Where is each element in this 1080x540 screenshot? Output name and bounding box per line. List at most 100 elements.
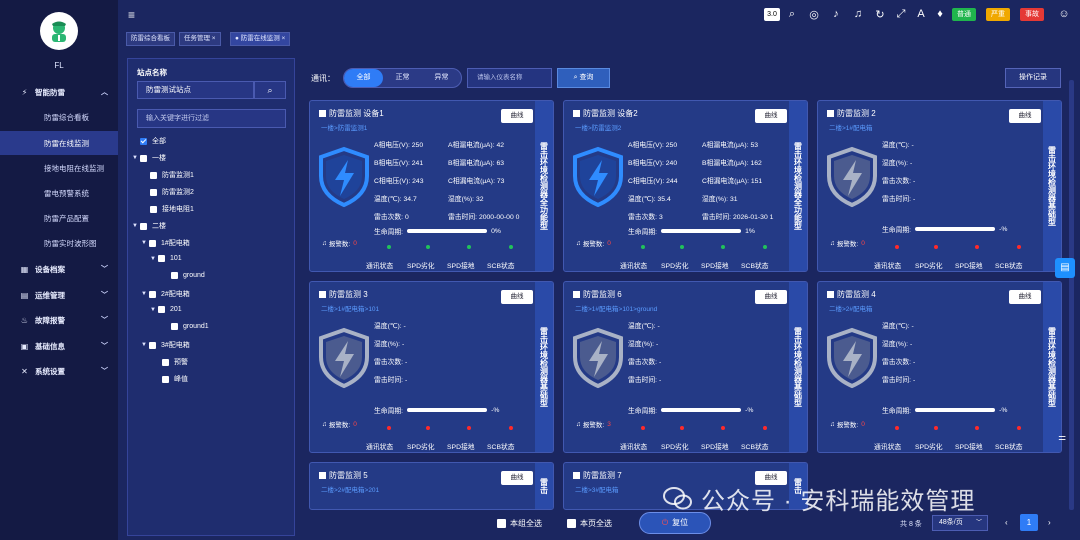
checkbox-checked[interactable]: [140, 137, 147, 145]
caret-down-icon[interactable]: ▼: [150, 307, 158, 313]
tab-online-monitor[interactable]: ● 防雷在线监测 ×: [230, 32, 291, 46]
tab-task-management[interactable]: 任务管理 ×: [179, 32, 221, 46]
nav-group-fault-alarm[interactable]: ♨ 故障报警 ﹀: [0, 308, 118, 332]
badge-severe[interactable]: 严重: [986, 8, 1010, 21]
checkbox[interactable]: [827, 291, 834, 298]
site-search-button[interactable]: ⌕: [254, 81, 286, 99]
checkbox[interactable]: [150, 205, 157, 213]
user-menu-icon[interactable]: ☺: [1058, 8, 1070, 20]
checkbox[interactable]: [162, 358, 169, 366]
checkbox[interactable]: [573, 291, 580, 298]
tree-node-201[interactable]: ▼ 201: [150, 306, 182, 313]
caret-down-icon[interactable]: ▼: [141, 240, 149, 246]
curve-button[interactable]: 曲线: [755, 290, 787, 304]
bell-icon[interactable]: ♫: [852, 8, 864, 20]
help-icon[interactable]: ◎: [808, 8, 820, 21]
card-title[interactable]: 防雷监测 6: [573, 289, 622, 300]
checkbox[interactable]: [827, 110, 834, 117]
checkbox[interactable]: [162, 375, 169, 383]
scrollbar[interactable]: [1069, 80, 1074, 510]
checkbox[interactable]: [171, 323, 178, 330]
tree-filter-input[interactable]: 输入关键字进行过滤: [137, 109, 286, 128]
operation-log-button[interactable]: 操作记录: [1005, 68, 1061, 88]
tree-node-floor1[interactable]: ▼ 一楼: [132, 153, 166, 163]
caret-down-icon[interactable]: ▼: [141, 342, 149, 348]
checkbox[interactable]: [149, 239, 156, 247]
checkbox[interactable]: [140, 154, 147, 162]
version-badge[interactable]: 3.0: [764, 8, 780, 21]
card-title[interactable]: 防雷监测 4: [827, 289, 876, 300]
tree-node-peak[interactable]: 峰值: [162, 374, 188, 384]
curve-button[interactable]: 曲线: [501, 290, 533, 304]
checkbox[interactable]: [150, 171, 157, 179]
nav-item-dashboard[interactable]: 防雷综合看板: [0, 105, 118, 129]
prev-page-icon[interactable]: ‹: [1005, 518, 1008, 527]
checkbox[interactable]: [319, 291, 326, 298]
select-group-all[interactable]: 本组全选: [497, 518, 542, 529]
seg-all[interactable]: 全部: [344, 69, 383, 87]
checkbox[interactable]: [319, 110, 326, 117]
tree-node-box1[interactable]: ▼ 1#配电箱: [141, 238, 190, 248]
caret-down-icon[interactable]: ▼: [141, 291, 149, 297]
checkbox[interactable]: [567, 519, 576, 528]
checkbox[interactable]: [149, 341, 156, 349]
nav-group-maintenance[interactable]: ▤ 运维管理 ﹀: [0, 283, 118, 307]
avatar[interactable]: [40, 12, 78, 50]
checkbox[interactable]: [149, 290, 156, 298]
curve-button[interactable]: 曲线: [501, 109, 533, 123]
card-title[interactable]: 防雷监测 3: [319, 289, 368, 300]
nav-group-basic-info[interactable]: ▣ 基础信息 ﹀: [0, 334, 118, 358]
caret-down-icon[interactable]: ▼: [132, 223, 140, 229]
current-page[interactable]: 1: [1020, 514, 1038, 531]
nav-item-waveform[interactable]: 防雷实时波形图: [0, 231, 118, 255]
tree-node-floor2[interactable]: ▼ 二楼: [132, 221, 166, 231]
tree-node-warning[interactable]: 预警: [162, 357, 188, 367]
settings-slider-icon[interactable]: ⚌: [1058, 432, 1066, 443]
tree-node-box2[interactable]: ▼ 2#配电箱: [141, 289, 190, 299]
curve-button[interactable]: 曲线: [1009, 290, 1041, 304]
theme-shirt-icon[interactable]: ♦: [934, 8, 946, 20]
nav-group-device-archive[interactable]: ▦ 设备档案 ﹀: [0, 257, 118, 281]
curve-button[interactable]: 曲线: [1009, 109, 1041, 123]
fullscreen-icon[interactable]: ⤢: [895, 8, 907, 21]
nav-item-product-config[interactable]: 防雷产品配置: [0, 206, 118, 230]
nav-group-system-settings[interactable]: ✕ 系统设置 ﹀: [0, 359, 118, 383]
hamburger-menu-icon[interactable]: ≡: [128, 8, 135, 22]
card-title[interactable]: 防雷监测 5: [319, 470, 368, 481]
tab-dashboard[interactable]: 防雷综合看板: [126, 32, 175, 46]
tree-node-all[interactable]: 全部: [140, 136, 166, 146]
checkbox[interactable]: [319, 472, 326, 479]
tree-node-ground1[interactable]: 接地电阻1: [150, 204, 194, 214]
checkbox[interactable]: [573, 110, 580, 117]
query-button[interactable]: ⌕ 查询: [557, 68, 610, 88]
nav-item-online-monitor[interactable]: 防雷在线监测: [0, 131, 118, 155]
refresh-icon[interactable]: ↻: [874, 8, 886, 21]
card-title[interactable]: 防雷监测 设备2: [573, 108, 638, 119]
tree-node-ground1b[interactable]: ground1: [171, 323, 209, 330]
tree-node-ground[interactable]: ground: [171, 272, 205, 279]
caret-down-icon[interactable]: ▼: [150, 256, 158, 262]
tree-node-101[interactable]: ▼ 101: [150, 255, 182, 262]
checkbox[interactable]: [171, 272, 178, 279]
curve-button[interactable]: 曲线: [755, 109, 787, 123]
volume-icon[interactable]: ♪: [830, 8, 842, 20]
card-title[interactable]: 防雷监测 设备1: [319, 108, 384, 119]
nav-group-smart-lightning[interactable]: ⚡ 智能防雷 ︿: [0, 80, 118, 104]
checkbox[interactable]: [140, 222, 147, 230]
nav-item-ground-resistance[interactable]: 接地电阻在线监测: [0, 156, 118, 180]
checkbox[interactable]: [158, 306, 165, 313]
curve-button[interactable]: 曲线: [501, 471, 533, 485]
select-page-all[interactable]: 本页全选: [567, 518, 612, 529]
float-tool-icon[interactable]: ▤: [1055, 258, 1075, 278]
seg-normal[interactable]: 正常: [383, 69, 422, 87]
next-page-icon[interactable]: ›: [1048, 518, 1051, 527]
tree-node-monitor1[interactable]: 防雷监测1: [150, 170, 194, 180]
site-select[interactable]: 防雷测试站点: [137, 81, 254, 99]
checkbox[interactable]: [573, 472, 580, 479]
tree-node-monitor2[interactable]: 防雷监测2: [150, 187, 194, 197]
tree-node-box3[interactable]: ▼ 3#配电箱: [141, 340, 190, 350]
badge-normal[interactable]: 普通: [952, 8, 976, 21]
nav-item-lightning-warning[interactable]: 雷电预警系统: [0, 181, 118, 205]
card-title[interactable]: 防雷监测 7: [573, 470, 622, 481]
checkbox[interactable]: [150, 188, 157, 196]
